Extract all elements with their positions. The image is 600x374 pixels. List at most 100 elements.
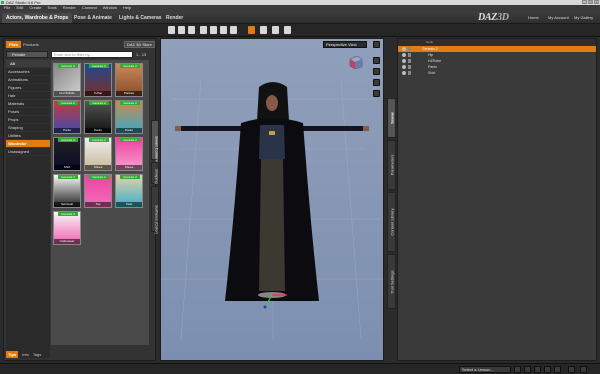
zoom-icon[interactable] <box>373 79 380 86</box>
lesson-close-icon[interactable] <box>580 366 587 373</box>
tab-content-library-label: Content Library <box>389 208 394 236</box>
figure-filter-select[interactable]: Female <box>6 51 48 58</box>
maximize-button[interactable]: □ <box>588 0 593 4</box>
lock-icon[interactable] <box>408 71 411 75</box>
content-thumb[interactable]: Genesis 2 Shirt <box>53 137 81 171</box>
tab-actors-wardrobe-props[interactable]: Actors, Wardrobe & Props <box>2 13 73 23</box>
genesis2-badge: Genesis 2 <box>120 64 140 68</box>
content-thumb[interactable]: Genesis 2 Pants <box>53 100 81 134</box>
content-thumb[interactable]: Genesis 2 Panties <box>115 63 143 97</box>
spotlight-icon[interactable] <box>284 26 291 34</box>
viewport-options-icon[interactable] <box>373 41 380 48</box>
thumb-caption: Tuffop <box>85 91 111 96</box>
lesson-first-icon[interactable] <box>514 366 521 373</box>
joint-editor-icon[interactable] <box>230 26 237 34</box>
save-icon[interactable] <box>188 26 195 34</box>
orbit-icon[interactable] <box>373 57 380 64</box>
lock-icon[interactable] <box>408 47 411 51</box>
tab-tips[interactable]: Tips <box>6 351 19 358</box>
content-thumb[interactable]: Genesis 2 Underwear <box>53 211 81 245</box>
lesson-last-icon[interactable] <box>554 366 561 373</box>
lock-icon[interactable] <box>408 53 411 57</box>
universal-tool-icon[interactable] <box>210 26 217 34</box>
camera-icon[interactable] <box>272 26 279 34</box>
content-thumb[interactable]: Genesis 2 Pants <box>115 100 143 134</box>
content-thumb[interactable]: Genesis 2 Tuffop <box>84 63 112 97</box>
tab-surfaces[interactable]: Surfaces (Color) <box>151 186 160 234</box>
thumb-caption: Top <box>85 202 111 207</box>
genesis2-badge: Genesis 2 <box>58 212 78 216</box>
left-side-tabs: Smart Content Shaping Surfaces (Color) <box>151 60 160 350</box>
my-account-link[interactable]: My Account <box>548 14 569 22</box>
category-hair[interactable]: Hair <box>6 92 50 100</box>
activity-bar: Actors, Wardrobe & Props Pose & Animate … <box>0 11 600 24</box>
tab-content-library[interactable]: Content Library <box>387 192 396 252</box>
right-side-tabs: Scene Parameters Content Library Tool Se… <box>387 38 396 361</box>
content-thumb[interactable]: Genesis 2 Shoes <box>84 137 112 171</box>
lock-icon[interactable] <box>408 65 411 69</box>
content-thumb[interactable]: Genesis 2 Tank <box>115 174 143 208</box>
category-accessories[interactable]: Accessories <box>6 68 50 76</box>
tab-lights-cameras[interactable]: Lights & Cameras <box>115 13 166 23</box>
category-shaping[interactable]: Shaping <box>6 124 50 132</box>
visibility-eye-icon[interactable] <box>402 47 406 51</box>
tab-tool-settings[interactable]: Tool Settings <box>387 254 396 309</box>
tab-pose-animate[interactable]: Pose & Animate <box>70 13 116 23</box>
tab-smart-content[interactable]: Smart Content <box>151 120 160 162</box>
content-thumb[interactable]: Genesis 2 Pants <box>84 100 112 134</box>
dolly-icon[interactable] <box>373 90 380 97</box>
category-all[interactable]: All <box>6 60 50 68</box>
view-cube-icon[interactable] <box>348 55 364 70</box>
thumb-caption: Shirt <box>54 165 80 170</box>
tab-shaping[interactable]: Shaping <box>151 162 160 184</box>
home-link[interactable]: Home <box>528 14 539 22</box>
view-select[interactable]: Perspective View <box>323 41 367 48</box>
open-icon[interactable] <box>178 26 185 34</box>
visibility-eye-icon[interactable] <box>402 53 406 57</box>
new-scene-icon[interactable] <box>168 26 175 34</box>
minimize-button[interactable]: _ <box>582 0 587 4</box>
tab-info[interactable]: Info <box>22 351 29 358</box>
tab-scene[interactable]: Scene <box>387 98 396 138</box>
filter-search-input[interactable]: Enter text to filter by... <box>51 51 133 58</box>
content-thumb[interactable]: Genesis 2 Swimsuit <box>53 174 81 208</box>
lesson-next-icon[interactable] <box>544 366 551 373</box>
category-utilities[interactable]: Utilities <box>6 132 50 140</box>
category-materials[interactable]: Materials <box>6 100 50 108</box>
thumb-caption: Pants <box>85 128 111 133</box>
pan-icon[interactable] <box>373 68 380 75</box>
tab-render[interactable]: Render <box>162 13 187 23</box>
tab-files[interactable]: Files <box>6 41 22 48</box>
tab-products[interactable]: Products <box>20 41 42 48</box>
my-gallery-link[interactable]: My Gallery <box>574 14 593 22</box>
lesson-select[interactable]: Select a Lesson... <box>459 366 511 373</box>
category-figures[interactable]: Figures <box>6 84 50 92</box>
daz-store-button[interactable]: DAZ 3D Store <box>124 41 155 48</box>
tab-tags[interactable]: Tags <box>33 351 41 358</box>
3d-viewport[interactable]: Perspective View <box>160 38 384 361</box>
lesson-settings-icon[interactable] <box>568 366 575 373</box>
lesson-prev-icon[interactable] <box>524 366 531 373</box>
content-thumb[interactable]: Genesis 2 Top <box>84 174 112 208</box>
content-thumb[interactable]: Genesis 2 CLOTHING <box>53 63 81 97</box>
visibility-eye-icon[interactable] <box>402 71 406 75</box>
node-weight-icon[interactable] <box>220 26 227 34</box>
render-icon[interactable] <box>248 26 255 34</box>
pose-tool-icon[interactable] <box>200 26 207 34</box>
scene-node-row[interactable]: Shirt <box>398 70 596 76</box>
category-wardrobe[interactable]: Wardrobe <box>6 140 50 148</box>
category-unassigned[interactable]: Unassigned <box>6 148 50 156</box>
render-settings-icon[interactable] <box>260 26 267 34</box>
close-button[interactable]: x <box>594 0 599 4</box>
content-thumb[interactable]: Genesis 2 Shoes <box>115 137 143 171</box>
visibility-eye-icon[interactable] <box>402 65 406 69</box>
category-poses[interactable]: Poses <box>6 108 50 116</box>
genesis2-badge: Genesis 2 <box>89 64 109 68</box>
category-props[interactable]: Props <box>6 116 50 124</box>
lock-icon[interactable] <box>408 59 411 63</box>
tab-parameters[interactable]: Parameters <box>387 140 396 190</box>
category-animations[interactable]: Animations <box>6 76 50 84</box>
lesson-play-icon[interactable] <box>534 366 541 373</box>
visibility-eye-icon[interactable] <box>402 59 406 63</box>
scene-render <box>161 78 383 340</box>
